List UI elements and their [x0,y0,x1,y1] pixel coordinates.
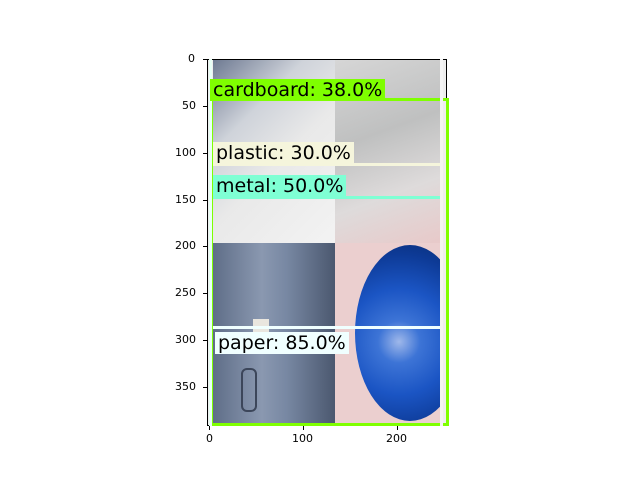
y-tick-mark [203,153,207,154]
x-tick-label: 0 [206,432,213,445]
y-tick-label: 350 [175,380,196,393]
y-tick-label: 300 [175,333,196,346]
detection-label-paper: paper: 85.0% [215,332,349,354]
y-tick-mark [203,340,207,341]
y-tick-mark [203,293,207,294]
detection-label-plastic: plastic: 30.0% [213,142,354,164]
x-tick-label: 100 [292,432,313,445]
y-tick-label: 200 [175,239,196,252]
y-tick-label: 50 [182,99,196,112]
detection-label-cardboard: cardboard: 38.0% [210,79,386,101]
matplotlib-figure: cardboard: 38.0% plastic: 30.0% metal: 5… [0,0,640,480]
bbox-left-edge [209,59,212,426]
y-tick-mark [203,106,207,107]
y-tick-label: 250 [175,286,196,299]
y-tick-mark [203,200,207,201]
y-tick-label: 150 [175,193,196,206]
y-tick-mark [203,59,207,60]
x-tick-label: 200 [386,432,407,445]
x-tick-mark [209,426,210,430]
y-tick-mark [203,246,207,247]
y-tick-mark [203,387,207,388]
y-tick-label: 100 [175,146,196,159]
y-tick-label: 0 [188,52,195,65]
bbox-paper [213,326,441,329]
detection-label-metal: metal: 50.0% [213,175,347,197]
bbox-right-edge [440,59,443,426]
x-tick-mark [397,426,398,430]
x-tick-mark [303,426,304,430]
